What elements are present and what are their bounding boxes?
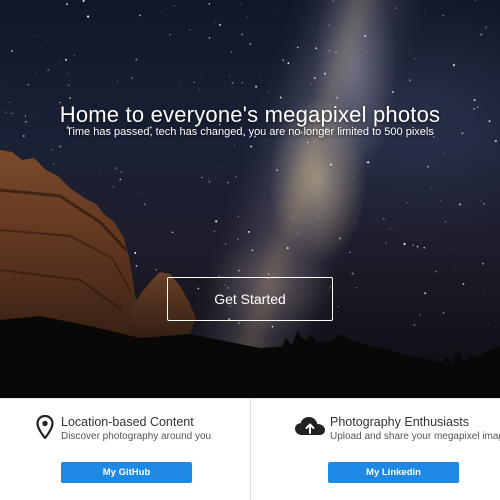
feature-photography: Photography Enthusiasts Upload and share… [250,399,500,500]
feature-location: Location-based Content Discover photogra… [0,399,250,500]
cloud-upload-icon [295,417,325,435]
feature-description: Discover photography around you [61,431,212,442]
get-started-button[interactable]: Get Started [167,277,333,321]
github-button[interactable]: My GitHub [61,462,192,483]
cliff-silhouette [0,150,500,398]
hero-banner: Home to everyone's megapixel photos Time… [0,0,500,398]
feature-title: Location-based Content [61,415,194,429]
hero-title: Home to everyone's megapixel photos [59,102,441,127]
feature-title: Photography Enthusiasts [330,415,469,429]
linkedin-button[interactable]: My Linkedin [328,462,459,483]
features-section: Location-based Content Discover photogra… [0,398,500,500]
feature-description: Upload and share your megapixel images [330,431,500,442]
hero-subtitle: Time has passed, tech has changed, you a… [66,126,434,138]
map-pin-icon [36,415,54,439]
